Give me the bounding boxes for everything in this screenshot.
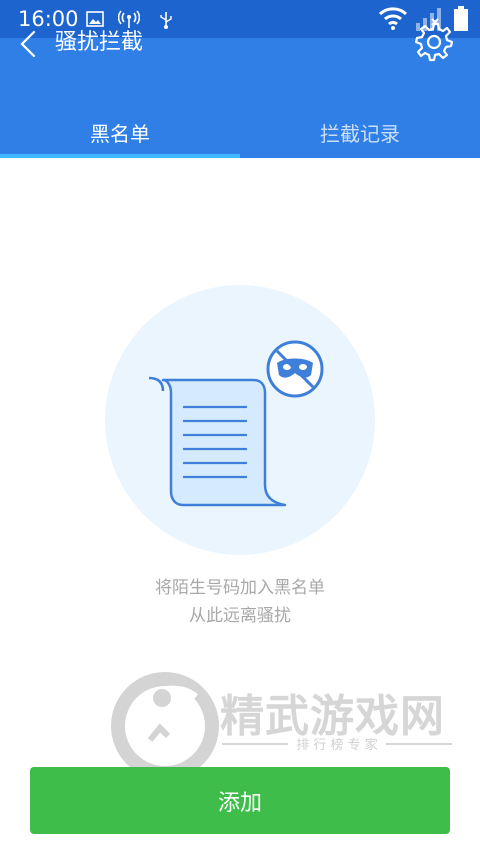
tab-intercept-log[interactable]: 拦截记录 <box>240 118 480 147</box>
watermark-tagline: 排 行 榜 专 家 <box>296 738 378 753</box>
add-button[interactable]: 添加 <box>30 767 450 834</box>
gear-icon <box>414 22 454 62</box>
tab-blacklist[interactable]: 黑名单 <box>0 118 240 147</box>
watermark-tagline-row: 排 行 榜 专 家 <box>222 734 452 753</box>
settings-button[interactable] <box>412 18 456 62</box>
wifi-icon <box>378 7 408 30</box>
app-bar: 骚扰拦截 黑名单 拦截记录 <box>0 22 480 158</box>
page-title: 骚扰拦截 <box>55 30 144 55</box>
tab-indicator <box>0 154 240 158</box>
blacklist-scroll-mask-icon <box>148 340 324 507</box>
watermark: 精武游戏网 排 行 榜 专 家 <box>110 668 455 778</box>
empty-state-text-line1: 将陌生号码加入黑名单 <box>155 578 325 598</box>
empty-state-text-line2: 从此远离骚扰 <box>189 606 291 626</box>
empty-state-illustration <box>105 285 375 555</box>
watermark-logo-icon <box>111 672 219 778</box>
usb-icon <box>160 12 172 29</box>
back-button[interactable] <box>10 24 50 64</box>
chevron-left-icon <box>20 30 36 58</box>
